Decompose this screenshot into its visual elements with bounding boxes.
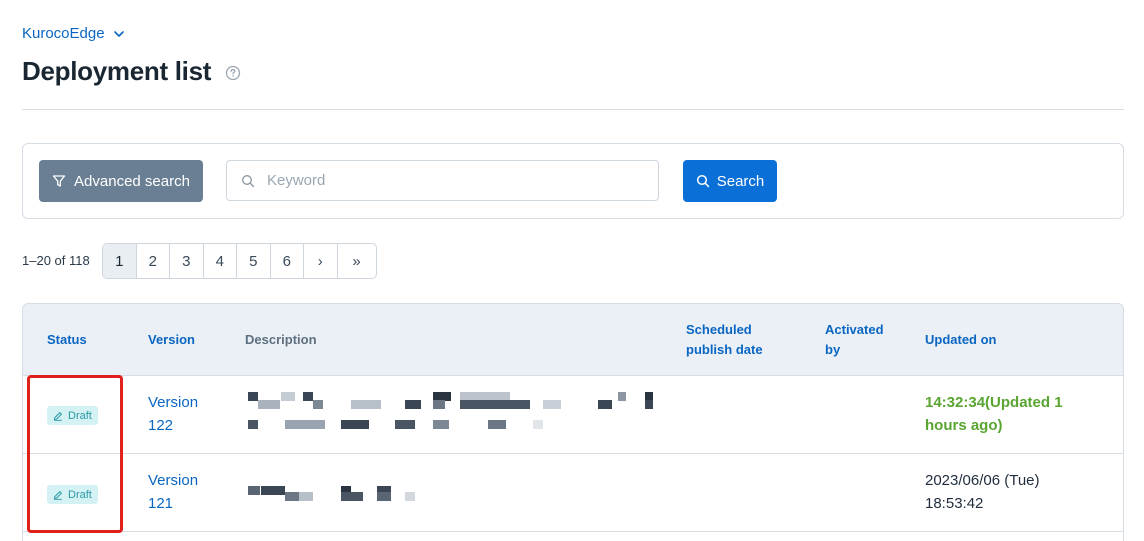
keyword-input[interactable] (267, 172, 647, 189)
pencil-icon (53, 490, 63, 500)
updated-on: 2023/06/06 (Tue) 18:53:42 (925, 469, 1095, 515)
version-link[interactable]: Version 121 (148, 469, 218, 515)
last-page-button[interactable]: » (338, 244, 376, 278)
updated-line1: 14:32:34(Updated 1 (925, 394, 1063, 411)
table-row[interactable]: Draft Version 122 14:32:34(Updated 1 hou… (23, 376, 1123, 454)
keyword-field[interactable] (226, 160, 659, 201)
search-button-label: Search (716, 172, 765, 190)
column-scheduled-line2: publish date (686, 342, 763, 357)
column-version[interactable]: Version (148, 330, 195, 350)
status-badge: Draft (47, 485, 98, 504)
updated-on: 14:32:34(Updated 1 hours ago) (925, 391, 1095, 437)
filter-icon (52, 175, 66, 187)
question-circle-icon[interactable] (225, 65, 241, 81)
status-badge-label: Draft (68, 488, 92, 501)
version-link[interactable]: Version 122 (148, 391, 218, 437)
version-line1: Version (148, 472, 199, 489)
site-switcher[interactable]: KurocoEdge (22, 25, 125, 42)
page-button-6[interactable]: 6 (271, 244, 304, 278)
table-header: Status Version Description Scheduled pub… (23, 304, 1123, 376)
page-button-4[interactable]: 4 (204, 244, 237, 278)
pencil-icon (53, 411, 63, 421)
title-row: Deployment list (22, 56, 241, 87)
search-panel: Advanced search Search (22, 143, 1124, 219)
search-icon (242, 174, 255, 187)
version-line2: 122 (148, 417, 174, 434)
search-button[interactable]: Search (683, 160, 777, 202)
next-page-button[interactable]: › (304, 244, 338, 278)
advanced-search-button[interactable]: Advanced search (39, 160, 203, 202)
updated-line2: 18:53:42 (925, 495, 984, 512)
pagination: 1 2 3 4 5 6 › » (102, 243, 377, 279)
status-badge-label: Draft (68, 409, 92, 422)
site-switcher-label: KurocoEdge (22, 25, 105, 42)
page-button-1[interactable]: 1 (103, 244, 137, 278)
header-divider (22, 109, 1124, 110)
page-button-5[interactable]: 5 (237, 244, 271, 278)
updated-line1: 2023/06/06 (Tue) (925, 472, 1040, 489)
version-line1: Version (148, 394, 199, 411)
version-line2: 121 (148, 495, 174, 512)
page-button-2[interactable]: 2 (137, 244, 170, 278)
column-activated-line2: by (825, 342, 841, 357)
column-scheduled-line1: Scheduled (686, 322, 752, 337)
column-updated-on[interactable]: Updated on (925, 330, 997, 350)
column-description: Description (245, 332, 317, 347)
search-icon (696, 174, 709, 188)
page-button-3[interactable]: 3 (170, 244, 204, 278)
deployment-table: Status Version Description Scheduled pub… (22, 303, 1124, 541)
column-scheduled-publish-date[interactable]: Scheduled publish date (686, 320, 763, 360)
table-row[interactable]: Draft Version 121 2023/06/06 (Tue) 18:53… (23, 454, 1123, 532)
page-title: Deployment list (22, 56, 212, 86)
column-status[interactable]: Status (47, 330, 87, 350)
updated-line2: hours ago) (925, 417, 1003, 434)
advanced-search-label: Advanced search (74, 172, 190, 190)
status-badge: Draft (47, 406, 98, 425)
result-count: 1–20 of 118 (22, 253, 90, 268)
column-activated-by[interactable]: Activated by (825, 320, 884, 360)
chevron-down-icon (113, 30, 124, 37)
column-activated-line1: Activated (825, 322, 884, 337)
